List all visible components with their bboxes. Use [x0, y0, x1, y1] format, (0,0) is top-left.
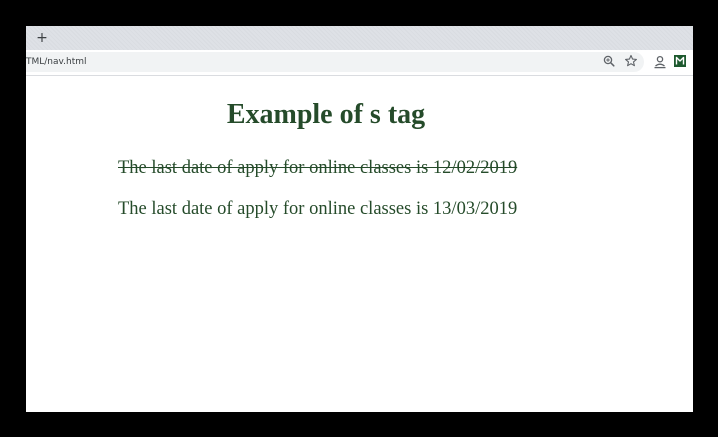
- struck-old-date-text: The last date of apply for online classe…: [118, 158, 518, 178]
- new-date-text: The last date of apply for online classe…: [118, 199, 518, 219]
- new-tab-button[interactable]: +: [34, 29, 50, 47]
- profile-icon[interactable]: [653, 55, 667, 69]
- browser-window: + TML/nav.html Example of s tag The last…: [26, 26, 693, 412]
- address-bar[interactable]: TML/nav.html: [26, 52, 644, 72]
- zoom-icon[interactable]: [602, 54, 616, 68]
- address-bar-url: TML/nav.html: [26, 57, 87, 67]
- extension-icon[interactable]: [674, 55, 686, 67]
- page-heading: Example of s tag: [226, 99, 426, 130]
- page-content: Example of s tag The last date of apply …: [26, 76, 693, 412]
- bookmark-star-icon[interactable]: [624, 54, 638, 68]
- browser-toolbar: TML/nav.html: [26, 50, 693, 76]
- tab-strip: +: [26, 26, 693, 50]
